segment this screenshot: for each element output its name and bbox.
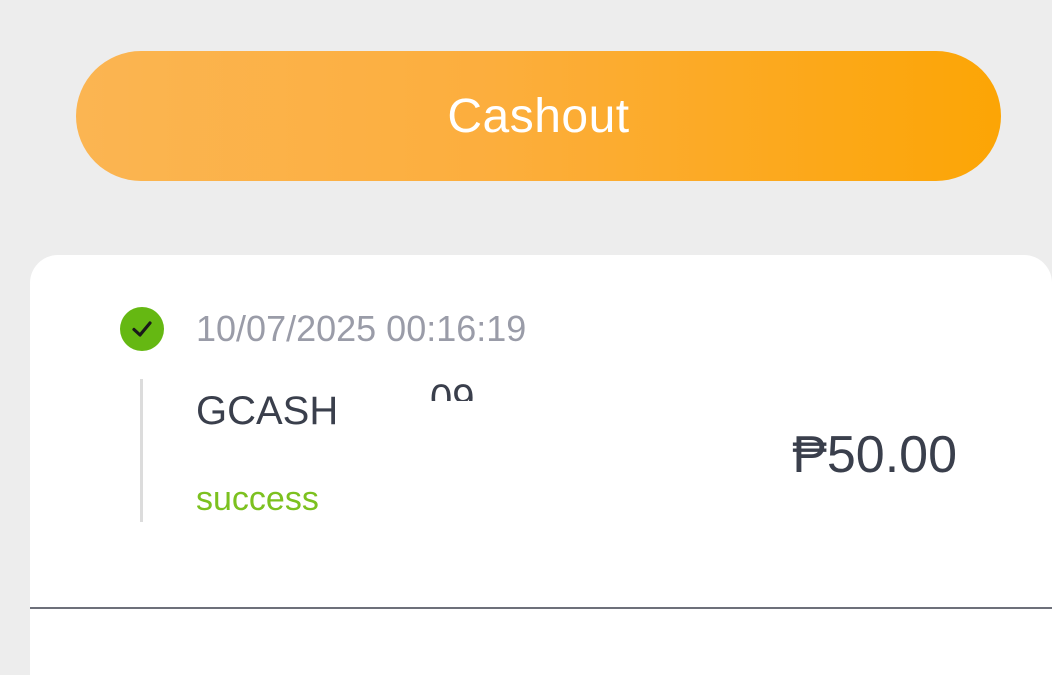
- account-number: 09: [430, 383, 475, 401]
- check-circle-icon: [120, 307, 164, 351]
- transaction-timestamp: 10/07/2025 00:16:19: [196, 308, 527, 349]
- transaction-status: success: [196, 480, 319, 518]
- cashout-button[interactable]: Cashout: [76, 51, 1001, 181]
- divider: [30, 607, 1052, 609]
- timeline-line: [140, 379, 143, 522]
- transaction-card[interactable]: 10/07/2025 00:16:19 GCASH 09 success ₱50…: [30, 255, 1052, 675]
- transaction-amount: ₱50.00: [792, 426, 957, 484]
- payment-method: GCASH: [196, 389, 339, 433]
